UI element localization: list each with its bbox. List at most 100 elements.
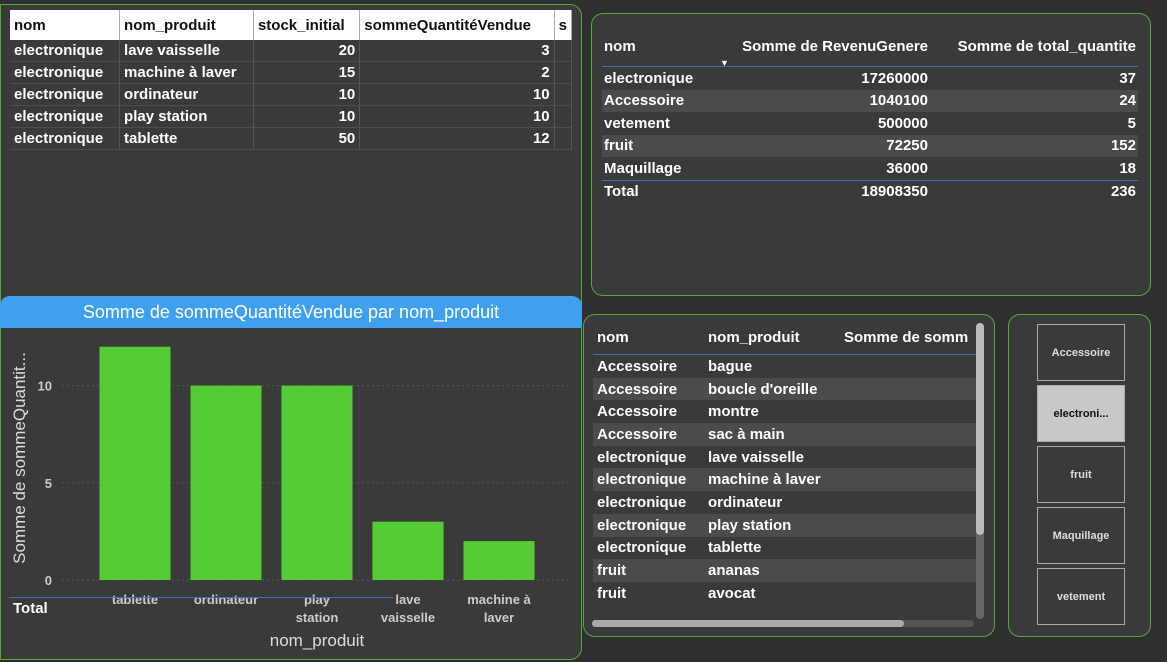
cell-somme: [840, 446, 977, 469]
vertical-scrollbar-thumb[interactable]: [976, 323, 984, 535]
cell-nom: electronique: [10, 105, 121, 128]
cell-quantite-vendue: 10: [359, 83, 555, 106]
cell-stock-initial: 10: [253, 105, 361, 128]
matrix-row[interactable]: vetement 500000 5: [602, 112, 1138, 135]
cell-revenu: 1040100: [716, 89, 930, 112]
column-header-nom-produit[interactable]: nom_produit: [704, 320, 840, 355]
cell-total-quantite: 37: [1119, 69, 1136, 87]
cell-somme: [840, 468, 977, 492]
cell-stock-initial: 50: [253, 127, 361, 150]
column-header-total-quantite[interactable]: Somme de total_quantite: [930, 26, 1138, 67]
column-header-somme[interactable]: Somme de somm: [840, 320, 977, 355]
table-row[interactable]: Accessoire sac à main: [593, 423, 977, 446]
cell-nom: Accessoire: [597, 357, 678, 375]
bar: [372, 521, 444, 580]
cell-nom-produit: lave vaisselle: [708, 448, 804, 466]
table-row[interactable]: electronique lave vaisselle 20 3: [10, 40, 573, 62]
table-header-row: nom nom_produit stock_initial sommeQuant…: [10, 10, 573, 40]
cell-somme: [840, 537, 977, 560]
sort-descending-icon[interactable]: ▼: [720, 58, 729, 68]
cell-somme: [840, 355, 977, 378]
matrix-row[interactable]: Maquillage 36000 18: [602, 157, 1138, 180]
cell-nom-produit: bague: [708, 357, 753, 375]
cell-nom-produit: ananas: [704, 559, 840, 582]
table-row[interactable]: electronique machine à laver: [593, 468, 977, 492]
cell-nom: vetement: [604, 114, 670, 132]
table-row[interactable]: electronique play station 10 10: [10, 105, 573, 128]
table-row[interactable]: electronique ordinateur 10 10: [10, 83, 573, 106]
cell-nom: fruit: [597, 584, 627, 602]
column-header-nom[interactable]: nom: [593, 320, 704, 355]
cell-stock-initial: 20: [253, 40, 361, 62]
cell-nom: Accessoire: [602, 89, 716, 112]
cell-somme: [840, 400, 977, 423]
bar: [463, 541, 535, 580]
column-header-nom[interactable]: nom: [10, 10, 121, 40]
matrix-total-row: Total 18908350 236: [602, 179, 1138, 203]
cell-total-quantite: 24: [930, 89, 1138, 112]
cell-somme: [840, 559, 977, 582]
bar: [281, 385, 353, 580]
column-header-overflow: s: [554, 10, 573, 40]
cell-nom-produit: tablette: [119, 127, 254, 150]
y-tick-label: 0: [45, 573, 52, 588]
column-header-revenu[interactable]: Somme de RevenuGenere ▼: [716, 26, 930, 68]
total-label: Total: [602, 179, 716, 203]
product-table-panel: nom nom_produit Somme de somm Accessoire…: [583, 314, 995, 637]
cell-revenu: 72250: [716, 134, 930, 157]
table-total-row: Total: [9, 597, 393, 619]
cell-quantite-vendue: 10: [359, 105, 555, 128]
table-row[interactable]: Accessoire bague: [593, 355, 977, 378]
cell-nom: electronique: [10, 61, 121, 84]
revenue-matrix: nom Somme de RevenuGenere ▼ Somme de tot…: [602, 26, 1138, 203]
cell-nom: fruit: [602, 134, 716, 157]
cell-overflow: [554, 61, 573, 84]
table-row[interactable]: electronique tablette 50 12: [10, 127, 573, 150]
slicer-item-fruit[interactable]: fruit: [1037, 446, 1125, 503]
cell-nom-produit: ordinateur: [708, 493, 783, 511]
column-header-stock-initial[interactable]: stock_initial: [253, 10, 361, 40]
table-row[interactable]: fruit ananas: [593, 559, 977, 582]
y-axis-title: Somme de sommeQuantit...: [10, 352, 29, 564]
total-revenu: 18908350: [716, 179, 930, 203]
slicer-item-maquillage[interactable]: Maquillage: [1037, 507, 1125, 564]
table-row[interactable]: electronique play station: [593, 513, 977, 537]
cell-somme: [840, 582, 977, 605]
cell-nom-produit: sac à main: [704, 423, 840, 446]
cell-nom-produit: lave vaisselle: [119, 40, 254, 62]
y-tick-label: 5: [45, 476, 52, 491]
x-tick-label: machine à: [467, 592, 531, 607]
column-header-nom-produit[interactable]: nom_produit: [119, 10, 254, 40]
cell-nom: fruit: [593, 559, 704, 582]
table-row[interactable]: Accessoire boucle d'oreille: [593, 377, 977, 401]
cell-nom-produit: boucle d'oreille: [704, 377, 840, 401]
slicer-item-accessoire[interactable]: Accessoire: [1037, 324, 1125, 381]
column-header-somme-quantite-vendue[interactable]: sommeQuantitéVendue: [359, 10, 555, 40]
cell-nom: Maquillage: [604, 159, 682, 177]
bar: [190, 385, 262, 580]
table-row[interactable]: electronique ordinateur: [593, 491, 977, 514]
table-row[interactable]: Accessoire montre: [593, 400, 977, 423]
column-header-nom[interactable]: nom: [602, 26, 716, 67]
matrix-row[interactable]: electronique 17260000 37: [602, 67, 1138, 90]
table-row[interactable]: electronique tablette: [593, 537, 977, 560]
cell-nom: electronique: [597, 448, 687, 466]
table-row[interactable]: electronique lave vaisselle: [593, 446, 977, 469]
cell-somme: [840, 423, 977, 446]
cell-nom-produit: avocat: [708, 584, 756, 602]
horizontal-scrollbar-thumb[interactable]: [592, 620, 904, 627]
cell-somme: [840, 513, 977, 537]
x-tick-label: laver: [484, 610, 514, 625]
slicer-item-vetement[interactable]: vetement: [1037, 568, 1125, 625]
slicer-item-electronique[interactable]: electroni...: [1037, 385, 1125, 442]
table-row[interactable]: electronique machine à laver 15 2: [10, 61, 573, 84]
cell-nom: electronique: [597, 493, 687, 511]
cell-total-quantite: 5: [1127, 114, 1136, 132]
table-row[interactable]: fruit avocat: [593, 582, 977, 605]
cell-quantite-vendue: 3: [359, 40, 555, 62]
cell-nom: electronique: [10, 127, 121, 150]
cell-total-quantite: 18: [1119, 159, 1136, 177]
matrix-row[interactable]: Accessoire 1040100 24: [602, 89, 1138, 112]
matrix-row[interactable]: fruit 72250 152: [602, 134, 1138, 157]
cell-nom-produit: tablette: [708, 539, 762, 557]
